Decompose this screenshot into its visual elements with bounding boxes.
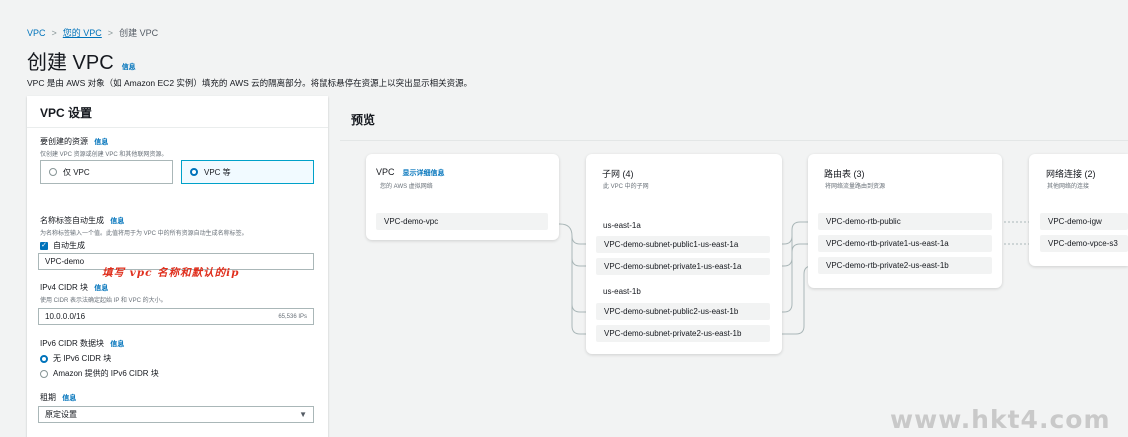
route-tables-card-subtitle: 将网络流量路由到资源 [825,184,886,190]
subnets-card-title: 子网 (4) [602,169,634,179]
subnet-item[interactable]: VPC-demo-subnet-private1-us-east-1a [596,258,770,275]
subnet-item[interactable]: VPC-demo-subnet-public1-us-east-1a [596,236,770,253]
availability-zone-label: us-east-1a [603,221,641,230]
vpc-card-title: VPC 显示详细信息 [376,167,445,178]
watermark: www.hkt4.com [890,405,1111,434]
vpc-resource-item[interactable]: VPC-demo-vpc [376,213,548,230]
subnet-item[interactable]: VPC-demo-subnet-private2-us-east-1b [596,325,770,342]
vpc-card-title-text: VPC [376,167,395,177]
vpc-card-subtitle: 您的 AWS 虚拟网络 [380,184,433,190]
route-tables-card-title: 路由表 (3) [824,169,865,179]
show-details-link[interactable]: 显示详细信息 [403,168,445,178]
route-table-item[interactable]: VPC-demo-rtb-private1-us-east-1a [818,235,992,252]
connection-item[interactable]: VPC-demo-vpce-s3 [1040,235,1128,252]
connections-card-subtitle: 其他网络的连接 [1047,184,1090,190]
route-table-item[interactable]: VPC-demo-rtb-public [818,213,992,230]
availability-zone-label: us-east-1b [603,287,641,296]
connections-card-title: 网络连接 (2) [1046,169,1096,179]
route-table-item[interactable]: VPC-demo-rtb-private2-us-east-1b [818,257,992,274]
subnet-item[interactable]: VPC-demo-subnet-public2-us-east-1b [596,303,770,320]
subnets-card-subtitle: 此 VPC 中的子网 [603,184,649,190]
connection-item[interactable]: VPC-demo-igw [1040,213,1128,230]
